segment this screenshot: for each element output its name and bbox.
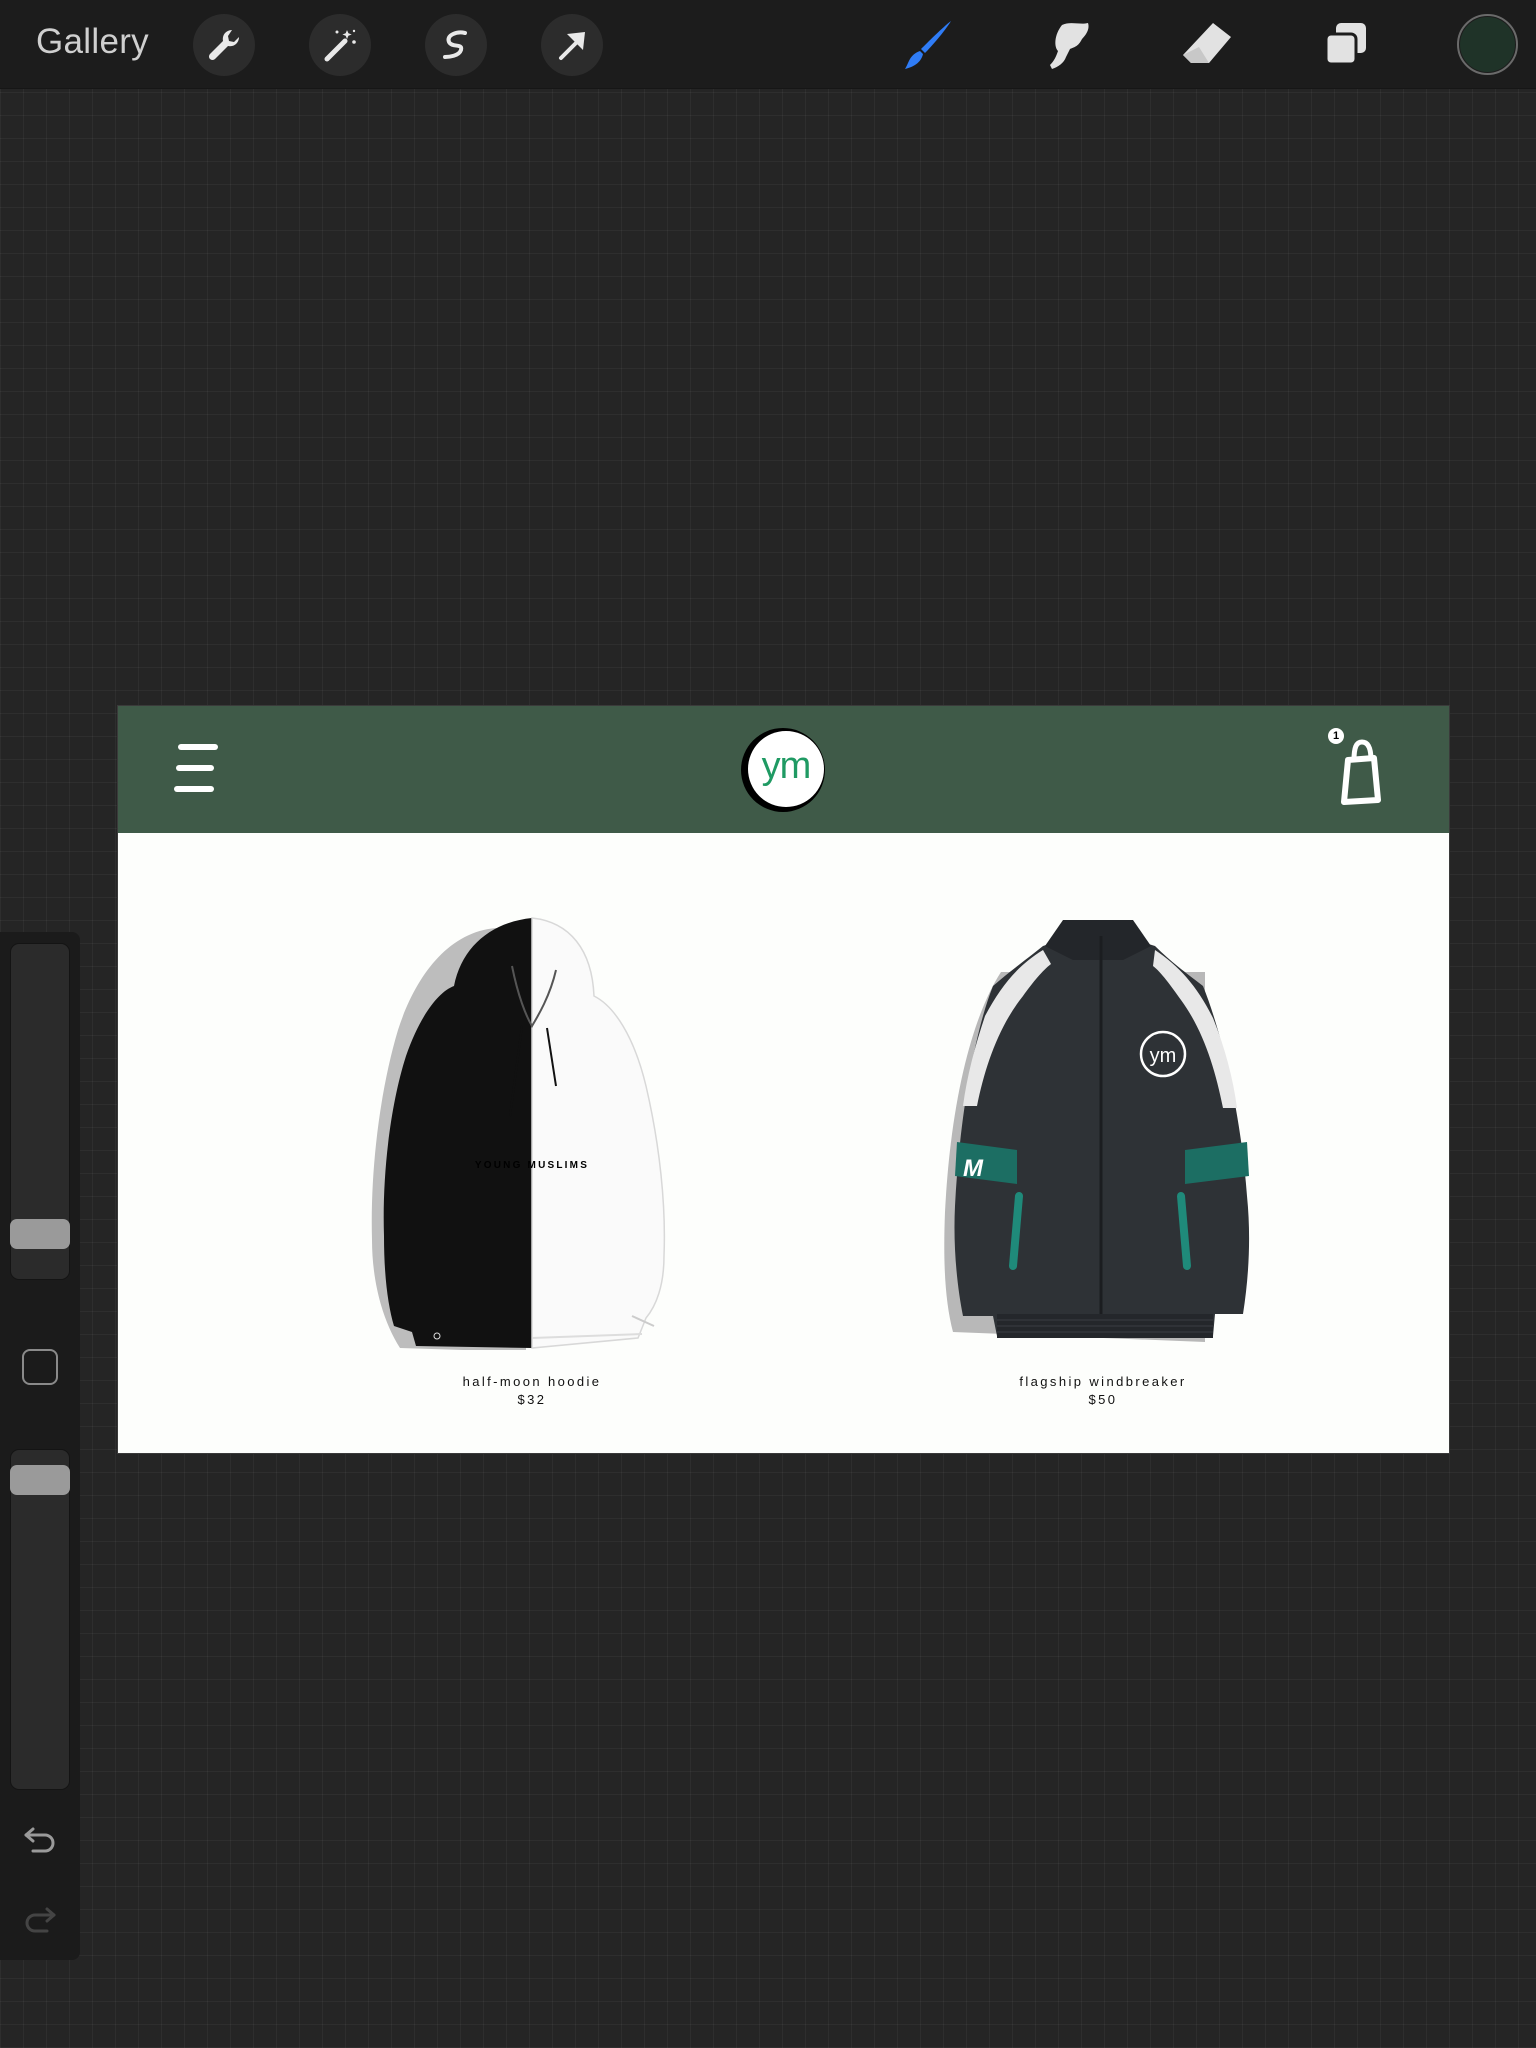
site-header: ym 1 <box>118 706 1449 833</box>
redo-button[interactable] <box>20 1902 60 1938</box>
product-price: $32 <box>517 1392 547 1407</box>
modify-square-icon[interactable] <box>22 1349 58 1385</box>
transform-arrow-icon <box>559 32 585 60</box>
paint-button[interactable] <box>898 14 960 76</box>
hoodie-image: YOUNG MUSLIMS <box>371 917 666 1350</box>
layers-button[interactable] <box>1315 14 1377 76</box>
wrench-icon <box>208 29 240 61</box>
windbreaker-image: M ym <box>944 920 1250 1342</box>
magic-wand-icon <box>324 29 356 62</box>
logo-text: ym <box>761 744 812 787</box>
product-card-windbreaker: M ym flagship windbreaker $50 <box>913 906 1293 1407</box>
undo-button[interactable] <box>20 1822 60 1858</box>
product-card-hoodie: YOUNG MUSLIMS half-moon hoodie $32 <box>342 906 722 1407</box>
smudge-icon <box>1050 23 1089 69</box>
drawing-canvas[interactable]: ym 1 YOUNG MUSLIMS half-moon hoodie $32 … <box>117 705 1450 1454</box>
redo-icon <box>25 1907 56 1933</box>
brush-icon <box>905 21 951 69</box>
brush-size-slider-thumb[interactable] <box>10 1219 70 1250</box>
brand-logo: ym <box>741 728 825 812</box>
adjustments-button[interactable] <box>309 14 371 76</box>
transform-button[interactable] <box>541 14 603 76</box>
hoodie-print-text: YOUNG MUSLIMS <box>475 1160 589 1171</box>
layers-icon <box>1324 23 1366 66</box>
selection-icon <box>443 30 467 59</box>
eraser-icon <box>1183 23 1231 63</box>
windbreaker-patch-text: M <box>963 1155 984 1182</box>
product-name: half-moon hoodie <box>462 1374 602 1389</box>
shopping-bag-icon: 1 <box>1328 720 1398 810</box>
current-color-swatch <box>1460 17 1515 72</box>
undo-icon <box>24 1827 55 1853</box>
top-toolbar: Gallery <box>0 0 1536 89</box>
erase-button[interactable] <box>1176 14 1238 76</box>
selection-button[interactable] <box>425 14 487 76</box>
product-name: flagship windbreaker <box>1019 1374 1187 1389</box>
smudge-button[interactable] <box>1037 14 1099 76</box>
color-picker-button[interactable] <box>1457 14 1518 75</box>
windbreaker-logo-text: ym <box>1150 1045 1177 1067</box>
product-price: $50 <box>1088 1392 1118 1407</box>
opacity-slider-thumb[interactable] <box>10 1464 70 1495</box>
hamburger-menu-icon <box>174 744 218 794</box>
gallery-button[interactable]: Gallery <box>36 22 149 62</box>
opacity-slider[interactable] <box>10 1449 70 1790</box>
actions-button[interactable] <box>193 14 255 76</box>
